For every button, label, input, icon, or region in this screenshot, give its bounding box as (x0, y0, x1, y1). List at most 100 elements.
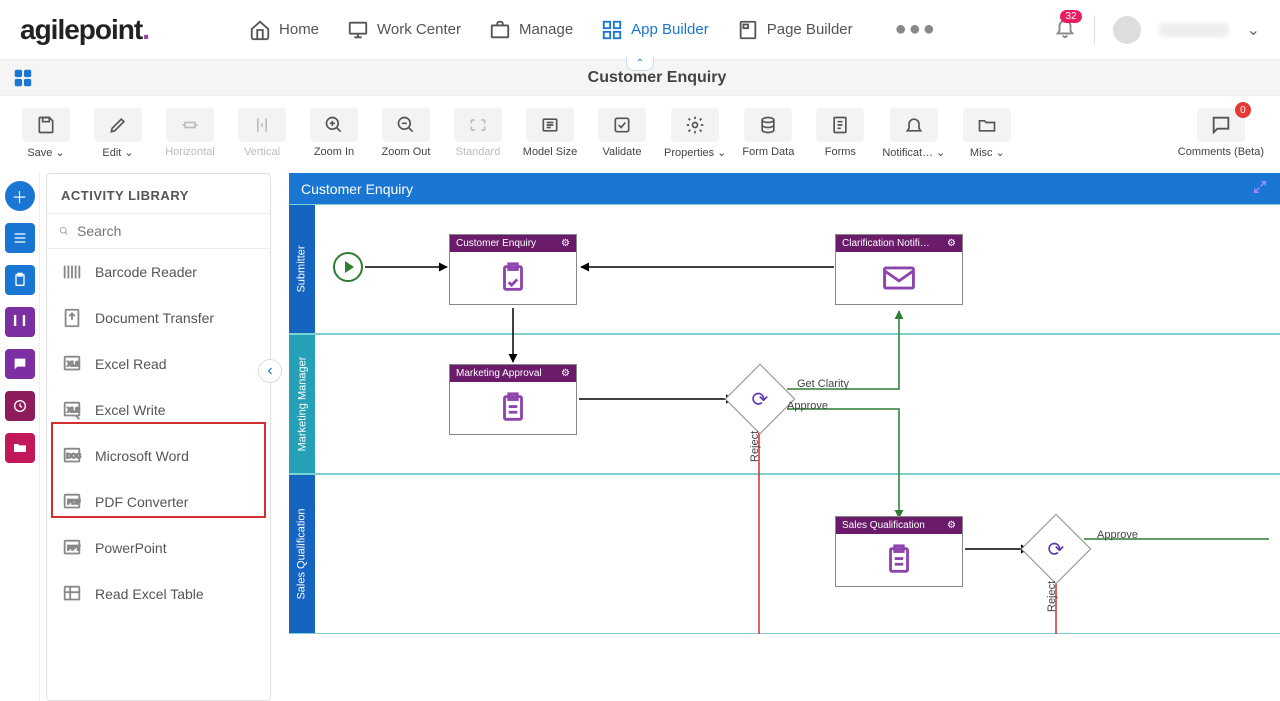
collapse-topnav[interactable]: ⌃ (626, 57, 654, 71)
gear-icon (685, 115, 705, 135)
gear-icon[interactable]: ⚙ (561, 368, 570, 379)
tool-properties[interactable]: Properties ⌄ (664, 108, 726, 159)
gear-icon[interactable]: ⚙ (561, 238, 570, 249)
activity-pdf-converter[interactable]: PDF PDF Converter (47, 479, 270, 525)
doc-transfer-icon (61, 307, 83, 329)
notification-badge: 32 (1060, 10, 1081, 23)
tool-horizontal[interactable]: Horizontal (160, 108, 220, 158)
nav-manage[interactable]: Manage (489, 19, 573, 41)
word-icon: DOC (61, 445, 83, 467)
search-icon (59, 222, 69, 240)
tool-misc[interactable]: Misc ⌄ (957, 108, 1017, 159)
sidebar-search[interactable] (47, 213, 270, 249)
tool-standard[interactable]: Standard (448, 108, 508, 158)
tool-zoom-in[interactable]: Zoom In (304, 108, 364, 158)
edge-reject2: Reject (1046, 581, 1058, 612)
database-icon (758, 115, 778, 135)
swimlane-submitter[interactable]: Submitter (289, 204, 1280, 334)
username (1159, 23, 1229, 37)
tool-edit[interactable]: Edit ⌄ (88, 108, 148, 159)
process-canvas[interactable]: Submitter Marketing Manager Sales Qualif… (289, 204, 1280, 664)
edge-get-clarity: Get Clarity (797, 378, 849, 390)
start-event[interactable] (333, 252, 363, 282)
save-icon (36, 115, 56, 135)
nav-home[interactable]: Home (249, 19, 319, 41)
swimlane-sales[interactable]: Sales Qualification (289, 474, 1280, 634)
gear-icon[interactable]: ⚙ (947, 520, 956, 531)
barcode-icon (61, 261, 83, 283)
zoom-in-icon (324, 115, 344, 135)
nav-app-builder[interactable]: App Builder (601, 19, 709, 41)
rail-chat[interactable] (5, 349, 35, 379)
briefcase-icon (489, 19, 511, 41)
activity-customer-enquiry[interactable]: Customer Enquiry⚙ (449, 234, 577, 305)
process-canvas-wrapper: Customer Enquiry Submitter Marketing Man… (277, 171, 1280, 701)
activity-powerpoint[interactable]: PPT PowerPoint (47, 525, 270, 571)
activity-clarification[interactable]: Clarification Notifi…⚙ (835, 234, 963, 305)
toolbar: Save ⌄ Edit ⌄ Horizontal Vertical Zoom I… (0, 96, 1280, 171)
excel-table-icon (61, 583, 83, 605)
mail-icon (881, 265, 917, 291)
tool-form-data[interactable]: Form Data (738, 108, 798, 158)
comment-icon (1210, 114, 1232, 136)
gear-icon[interactable]: ⚙ (947, 238, 956, 249)
tool-save[interactable]: Save ⌄ (16, 108, 76, 159)
clipboard-icon (496, 391, 530, 425)
rail-add[interactable]: ＋ (5, 181, 35, 211)
activity-read-excel-table[interactable]: Read Excel Table (47, 571, 270, 617)
nav-page-builder[interactable]: Page Builder (737, 19, 853, 41)
search-input[interactable] (77, 223, 258, 239)
tool-zoom-out[interactable]: Zoom Out (376, 108, 436, 158)
home-icon (249, 19, 271, 41)
sidebar-header: ACTIVITY LIBRARY (47, 174, 270, 213)
svg-text:PDF: PDF (67, 499, 80, 506)
activity-excel-write[interactable]: XLS Excel Write (47, 387, 270, 433)
activity-sales-qualification[interactable]: Sales Qualification⚙ (835, 516, 963, 587)
svg-text:DOC: DOC (67, 453, 82, 460)
tool-vertical[interactable]: Vertical (232, 108, 292, 158)
activity-excel-read[interactable]: XLS Excel Read (47, 341, 270, 387)
top-navigation: agilepoint. Home Work Center Manage App … (0, 0, 1280, 60)
apps-icon (601, 19, 623, 41)
activity-document-transfer[interactable]: Document Transfer (47, 295, 270, 341)
model-size-icon (540, 115, 560, 135)
tool-forms[interactable]: Forms (810, 108, 870, 158)
expand-canvas[interactable] (1252, 179, 1268, 198)
collapse-sidebar[interactable]: ‹ (258, 359, 282, 383)
nav-work-center[interactable]: Work Center (347, 19, 461, 41)
tool-notifications[interactable]: Notificat… ⌄ (882, 108, 945, 159)
activity-library: ACTIVITY LIBRARY Barcode Reader Document… (46, 173, 271, 701)
clipboard-icon (882, 543, 916, 577)
bell-icon (904, 115, 924, 135)
tool-validate[interactable]: Validate (592, 108, 652, 158)
comments-badge: 0 (1235, 102, 1251, 118)
horizontal-icon (180, 115, 200, 135)
page-icon (737, 19, 759, 41)
nav-more[interactable]: ●●● (895, 18, 937, 41)
pdf-icon: PDF (61, 491, 83, 513)
rail-text[interactable]: I I (5, 307, 35, 337)
edge-reject: Reject (749, 431, 761, 462)
activity-barcode-reader[interactable]: Barcode Reader (47, 249, 270, 295)
excel-read-icon: XLS (61, 353, 83, 375)
user-menu-toggle[interactable]: ⌄ (1247, 20, 1260, 40)
tool-model-size[interactable]: Model Size (520, 108, 580, 158)
logo: agilepoint. (20, 14, 149, 46)
edit-icon (108, 115, 128, 135)
rail-clock[interactable] (5, 391, 35, 421)
zoom-out-icon (396, 115, 416, 135)
excel-write-icon: XLS (61, 399, 83, 421)
tool-comments[interactable]: 0 Comments (Beta) (1178, 108, 1264, 158)
rail-folder[interactable] (5, 433, 35, 463)
avatar[interactable] (1113, 16, 1141, 44)
edge-approve: Approve (787, 400, 828, 412)
rail-activities[interactable] (5, 223, 35, 253)
activity-microsoft-word[interactable]: DOC Microsoft Word (47, 433, 270, 479)
grid-icon[interactable] (12, 67, 34, 89)
activity-marketing-approval[interactable]: Marketing Approval⚙ (449, 364, 577, 435)
standard-icon (468, 115, 488, 135)
left-rail: ＋ I I (0, 171, 40, 701)
rail-clipboard[interactable] (5, 265, 35, 295)
notifications-button[interactable]: 32 (1054, 16, 1076, 43)
form-icon (830, 115, 850, 135)
